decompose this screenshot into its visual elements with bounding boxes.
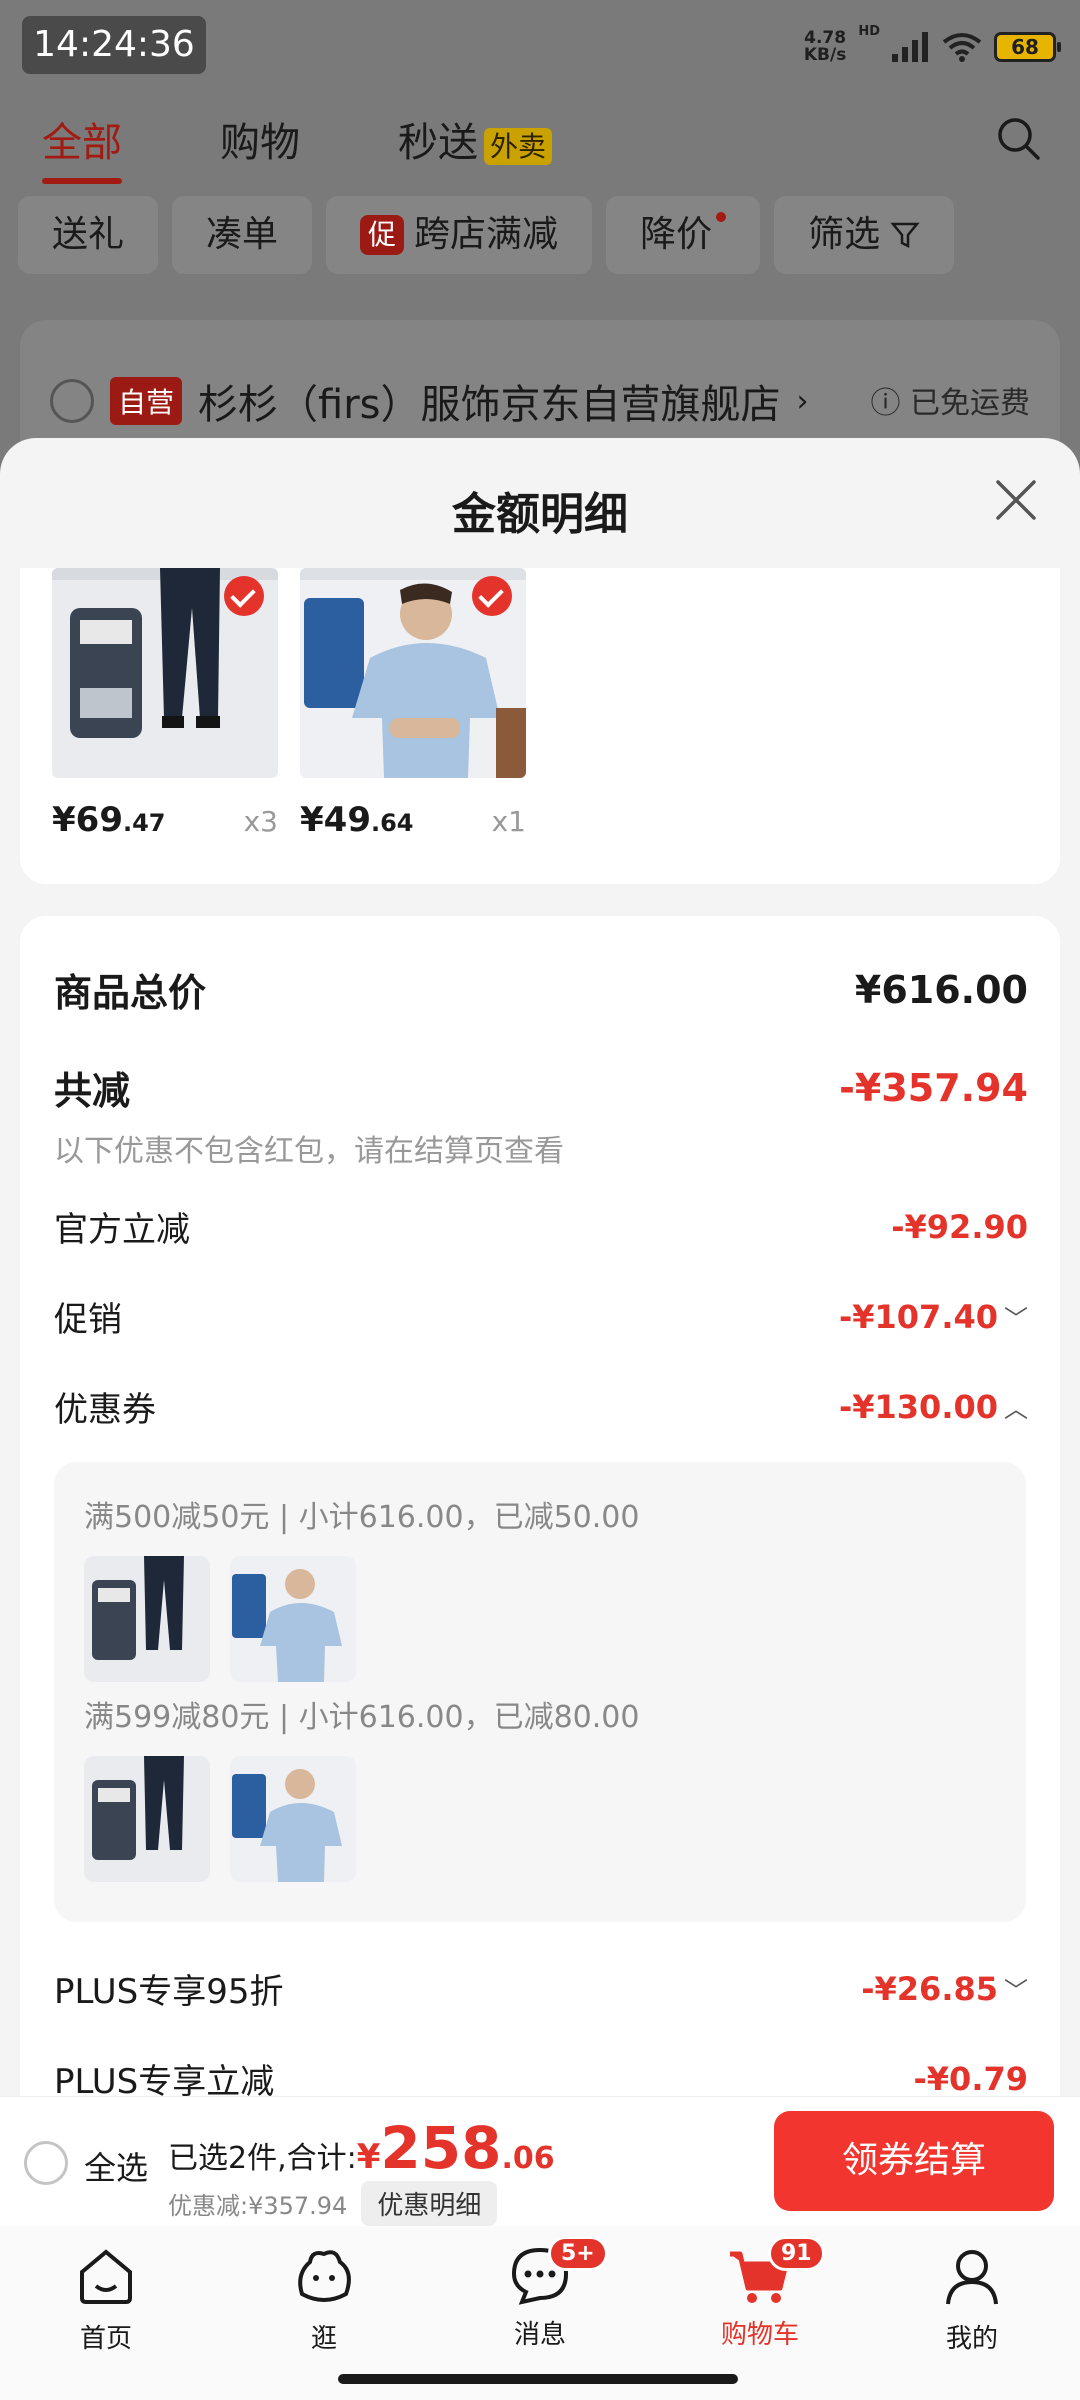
thumb-pants	[84, 1756, 210, 1882]
selected-check-icon	[472, 576, 512, 616]
select-all-checkbox[interactable]	[24, 2141, 68, 2185]
product-card: ¥69.47 x3 ¥49.64 x1	[20, 568, 1060, 884]
product-item[interactable]: ¥69.47 x3	[52, 568, 278, 840]
total-price-value: ¥616.00	[854, 967, 1028, 1012]
thumb-tshirt	[230, 1756, 356, 1882]
total-amount: 258	[380, 2114, 502, 2182]
product-image-tshirt	[300, 568, 526, 778]
checkout-button[interactable]: 领券结算	[774, 2111, 1054, 2211]
chip-bundle[interactable]: 凑单	[172, 196, 313, 274]
home-indicator[interactable]	[338, 2374, 738, 2384]
battery-icon: 68	[994, 32, 1061, 62]
search-icon[interactable]	[996, 116, 1040, 160]
plus95-label: PLUS专享95折	[54, 1972, 284, 2012]
total-price-row: 商品总价 ¥616.00	[54, 962, 1028, 1017]
promo-row[interactable]: 促销 -¥107.40 ﹀	[54, 1292, 1028, 1341]
hd-label: HD	[858, 24, 880, 39]
filter-icon	[890, 222, 920, 249]
select-all-label[interactable]: 全选	[84, 2143, 148, 2189]
top-tabs: 全部 购物 秒送 外卖	[42, 110, 553, 184]
coupon-value: -¥130.00	[838, 1387, 998, 1426]
shipping-info[interactable]: ⓘ 已免运费	[870, 378, 1030, 422]
official-discount-row: 官方立减 -¥92.90	[54, 1202, 1028, 1251]
coupon-title: 满599减80元 | 小计616.00，已减80.00	[84, 1700, 640, 1735]
status-bar: 14:24:36 4.78 KB/s HD 68	[0, 0, 1080, 92]
official-discount-value: -¥92.90	[891, 1207, 1028, 1246]
signal-icon	[892, 32, 928, 62]
filter-chips: 送礼 凑单 促跨店满减 降价 筛选	[18, 196, 955, 274]
saved-row: 优惠减:¥357.94 优惠明细	[168, 2181, 498, 2226]
red-dot	[716, 212, 727, 222]
plus95-value: -¥26.85	[861, 1969, 998, 2008]
nav-browse[interactable]: 逛	[264, 2244, 384, 2355]
chip-cross-store[interactable]: 促跨店满减	[326, 196, 593, 274]
saved-amount: 优惠减:¥357.94	[168, 2192, 348, 2220]
messages-badge: 5+	[548, 2236, 608, 2271]
status-time: 14:24:36	[22, 16, 206, 74]
chevron-right-icon: ›	[796, 383, 809, 419]
store-row: 自营 杉杉（firs）服饰京东自营旗舰店 ›	[50, 372, 809, 430]
profile-icon	[946, 2250, 998, 2305]
sheet-title: 金额明细	[452, 489, 628, 540]
close-icon[interactable]	[992, 476, 1040, 524]
waimai-badge: 外卖	[484, 128, 553, 165]
total-price-label: 商品总价	[54, 971, 207, 1015]
coupon-row[interactable]: 优惠券 -¥130.00 ︿	[54, 1382, 1028, 1431]
tab-all[interactable]: 全部	[42, 110, 122, 184]
selected-check-icon	[224, 576, 264, 616]
discount-note: 以下优惠不包含红包，请在结算页查看	[54, 1134, 564, 1169]
cart-page-background: 全部 购物 秒送 外卖 送礼 凑单 促跨店满减 降价 筛选 自营 杉杉（firs）…	[0, 92, 1080, 520]
product-price: ¥69.47	[52, 800, 166, 840]
product-item[interactable]: ¥49.64 x1	[300, 568, 526, 840]
wifi-icon	[942, 33, 982, 62]
promo-tag: 促	[360, 215, 405, 255]
info-icon: ⓘ	[870, 386, 910, 421]
coupon-detail-box: 满500减50元 | 小计616.00，已减50.00 满599减80元 | 小…	[54, 1462, 1026, 1922]
checkout-bar: 全选 已选2件,合计: ¥ 258 .06 优惠减:¥357.94 优惠明细 领…	[0, 2096, 1080, 2226]
nav-cart[interactable]: 91 购物车	[700, 2236, 825, 2351]
chevron-down-icon: ﹀	[1004, 1305, 1028, 1333]
chevron-up-icon: ︿	[1004, 1395, 1028, 1423]
total-discount-label: 共减	[54, 1069, 131, 1113]
coupon-thumbs	[84, 1756, 356, 1882]
product-image-pants	[52, 568, 278, 778]
coupon-label: 优惠券	[54, 1390, 156, 1430]
thumb-pants	[84, 1556, 210, 1682]
product-price: ¥49.64	[300, 800, 414, 840]
tab-express[interactable]: 秒送 外卖	[398, 110, 553, 168]
plus-direct-value: -¥0.79	[913, 2059, 1029, 2098]
chip-filter[interactable]: 筛选	[774, 196, 955, 274]
store-name[interactable]: 杉杉（firs）服饰京东自营旗舰店	[198, 372, 780, 430]
browse-icon	[298, 2250, 351, 2302]
total-discount-row: 共减 -¥357.94	[54, 1060, 1028, 1115]
coupon-thumbs	[84, 1556, 356, 1682]
thumb-tshirt	[230, 1556, 356, 1682]
promo-value: -¥107.40	[838, 1297, 998, 1336]
store-select-checkbox[interactable]	[50, 379, 94, 423]
nav-messages[interactable]: 5+ 消息	[480, 2236, 608, 2351]
cart-badge: 91	[768, 2236, 825, 2271]
coupon-title: 满500减50元 | 小计616.00，已减50.00	[84, 1500, 640, 1535]
self-operated-tag: 自营	[110, 377, 183, 425]
status-icons: 4.78 KB/s HD 68	[803, 24, 1061, 70]
plus95-row[interactable]: PLUS专享95折 -¥26.85 ﹀	[54, 1964, 1028, 2013]
official-discount-label: 官方立减	[54, 1210, 190, 1250]
checkout-total: 已选2件,合计: ¥ 258 .06	[168, 2114, 555, 2182]
net-speed: 4.78 KB/s	[803, 28, 847, 65]
chip-price-drop[interactable]: 降价	[606, 196, 761, 274]
discount-detail-button[interactable]: 优惠明细	[361, 2181, 498, 2226]
nav-me[interactable]: 我的	[912, 2244, 1032, 2355]
promo-label: 促销	[54, 1300, 122, 1340]
total-discount-value: -¥357.94	[839, 1065, 1028, 1110]
home-icon	[80, 2249, 132, 2304]
chevron-down-icon: ﹀	[1004, 1977, 1028, 2005]
product-qty: x3	[243, 805, 278, 838]
nav-home[interactable]: 首页	[46, 2244, 166, 2355]
product-qty: x1	[491, 805, 526, 838]
tab-shopping[interactable]: 购物	[220, 110, 300, 168]
chip-gift[interactable]: 送礼	[18, 196, 159, 274]
